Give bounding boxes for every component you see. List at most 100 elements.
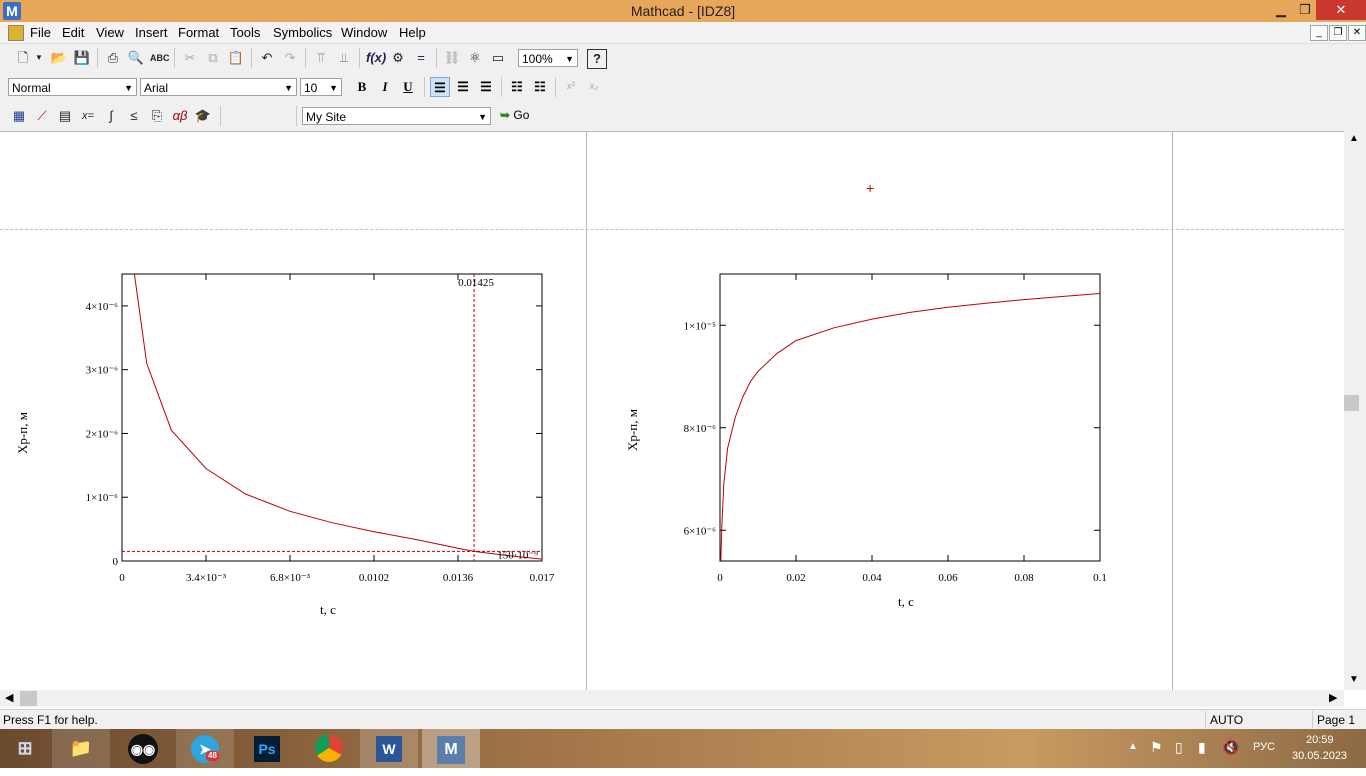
chrome-icon[interactable] bbox=[300, 729, 358, 768]
x-tick-label: 3.4×10⁻³ bbox=[186, 572, 227, 584]
x-tick-label: 0.0102 bbox=[359, 572, 389, 584]
scroll-down-icon[interactable]: ▼ bbox=[1349, 674, 1359, 685]
scroll-up-icon[interactable]: ▲ bbox=[1349, 133, 1359, 144]
menu-view[interactable]: View bbox=[96, 25, 124, 40]
menu-edit[interactable]: Edit bbox=[62, 25, 84, 40]
scroll-right-icon[interactable]: ▶ bbox=[1329, 691, 1337, 704]
document-icon[interactable] bbox=[8, 25, 24, 41]
calculator-toolbar-icon[interactable]: ▦ bbox=[10, 107, 28, 125]
hscroll-thumb[interactable] bbox=[20, 691, 37, 706]
align-down-icon[interactable]: ⫫ bbox=[335, 49, 353, 67]
calculate-icon[interactable]: = bbox=[412, 49, 430, 67]
copy-icon[interactable]: ⧉ bbox=[204, 49, 222, 67]
run-script-icon[interactable]: ▭ bbox=[489, 49, 507, 67]
superscript-button[interactable]: x² bbox=[561, 77, 581, 97]
menu-insert[interactable]: Insert bbox=[135, 25, 168, 40]
plot-2-xlabel: t, c bbox=[898, 594, 914, 610]
x-tick-label: 0.02 bbox=[786, 572, 805, 584]
insert-unit-icon[interactable]: ⚙ bbox=[389, 49, 407, 67]
menu-format[interactable]: Format bbox=[178, 25, 219, 40]
x-tick-label: 0.1 bbox=[1093, 572, 1107, 584]
bullet-list-icon[interactable]: ☷ bbox=[507, 77, 527, 97]
close-button[interactable]: ✕ bbox=[1316, 0, 1366, 20]
component-wizard-icon[interactable]: ⚛ bbox=[466, 49, 484, 67]
volume-muted-icon[interactable]: 🔇 bbox=[1222, 739, 1239, 756]
doc-close-button[interactable]: ✕ bbox=[1348, 25, 1366, 41]
menu-file[interactable]: File bbox=[30, 25, 51, 40]
undo-icon[interactable]: ↶ bbox=[258, 49, 276, 67]
mathcad-taskbar-icon[interactable]: M bbox=[422, 729, 480, 768]
photoshop-icon[interactable]: Ps bbox=[238, 729, 296, 768]
menu-symbolics[interactable]: Symbolics bbox=[273, 25, 332, 40]
file-explorer-icon[interactable]: 📁 bbox=[52, 729, 110, 768]
insert-hyperlink-icon[interactable]: ⛓ bbox=[443, 49, 461, 67]
print-preview-icon[interactable]: 🔍 bbox=[127, 49, 145, 67]
telegram-icon[interactable]: ➤ 48 bbox=[176, 729, 234, 768]
status-page-cell: Page 1 bbox=[1312, 711, 1366, 728]
marker-y-label: 150·10⁻⁹ bbox=[497, 549, 538, 561]
battery-icon[interactable]: ▯ bbox=[1175, 739, 1183, 756]
italic-button[interactable]: I bbox=[375, 77, 395, 97]
spell-check-icon[interactable]: ABC bbox=[150, 49, 168, 67]
help-icon[interactable]: ? bbox=[587, 49, 607, 69]
boolean-toolbar-icon[interactable]: ≤ bbox=[125, 107, 143, 125]
zoom-select[interactable]: 100%▼ bbox=[518, 49, 578, 67]
align-across-icon[interactable]: ⫪ bbox=[312, 49, 330, 67]
site-select[interactable]: My Site▼ bbox=[302, 107, 491, 125]
align-center-icon[interactable]: ☰ bbox=[453, 77, 473, 97]
plot-1[interactable]: 03.4×10⁻³6.8×10⁻³0.01020.01360.01701×10⁻… bbox=[8, 260, 578, 630]
menu-tools[interactable]: Tools bbox=[230, 25, 260, 40]
owl-app-icon[interactable]: ◉◉ bbox=[114, 729, 172, 768]
redo-icon[interactable]: ↷ bbox=[281, 49, 299, 67]
symbolic-toolbar-icon[interactable]: 🎓 bbox=[194, 107, 212, 125]
cut-icon[interactable]: ✂ bbox=[181, 49, 199, 67]
x-tick-label: 0.0136 bbox=[443, 572, 474, 584]
paste-icon[interactable]: 📋 bbox=[227, 49, 245, 67]
go-button[interactable]: ➥ Go bbox=[500, 108, 529, 122]
underline-button[interactable]: U bbox=[398, 77, 418, 97]
align-left-icon[interactable]: ☰ bbox=[430, 77, 450, 97]
network-error-icon[interactable]: ⚑ bbox=[1150, 739, 1163, 756]
menu-help[interactable]: Help bbox=[399, 25, 426, 40]
menu-window[interactable]: Window bbox=[341, 25, 387, 40]
font-size-select[interactable]: 10▼ bbox=[300, 78, 342, 96]
greek-toolbar-icon[interactable]: αβ bbox=[171, 107, 189, 125]
title-bar: M Mathcad - [IDZ8] ▁ ❐ ✕ bbox=[0, 0, 1366, 22]
plot-2[interactable]: 00.020.040.060.080.16×10⁻⁶8×10⁻⁶1×10⁻⁵ X… bbox=[620, 260, 1160, 630]
scroll-thumb[interactable] bbox=[1344, 395, 1359, 411]
save-icon[interactable]: 💾 bbox=[73, 49, 91, 67]
numbered-list-icon[interactable]: ☷ bbox=[530, 77, 550, 97]
worksheet[interactable]: + 03.4×10⁻³6.8×10⁻³0.01020.01360.01701×1… bbox=[0, 131, 1344, 691]
programming-toolbar-icon[interactable]: ⎘ bbox=[148, 107, 166, 125]
insert-function-icon[interactable]: f(x) bbox=[366, 49, 384, 67]
calculus-toolbar-icon[interactable]: ∫ bbox=[102, 107, 120, 125]
separator bbox=[220, 106, 221, 126]
signal-icon[interactable]: ▮ bbox=[1198, 739, 1206, 756]
language-indicator[interactable]: РУС bbox=[1253, 741, 1275, 753]
matrix-toolbar-icon[interactable]: ▤ bbox=[56, 107, 74, 125]
plot-2-canvas[interactable]: 00.020.040.060.080.16×10⁻⁶8×10⁻⁶1×10⁻⁵ bbox=[620, 260, 1160, 630]
separator bbox=[97, 48, 98, 68]
separator bbox=[305, 48, 306, 68]
doc-minimize-button[interactable]: _ bbox=[1310, 25, 1328, 41]
open-folder-icon[interactable]: 📂 bbox=[50, 49, 68, 67]
clock-time[interactable]: 20:59 bbox=[1306, 734, 1334, 746]
vertical-scrollbar[interactable]: ▲ ▼ bbox=[1344, 131, 1366, 690]
graph-toolbar-icon[interactable]: ⟋ bbox=[33, 107, 51, 125]
new-dropdown-icon[interactable]: ▼ bbox=[30, 49, 48, 67]
word-icon[interactable]: W bbox=[360, 729, 418, 768]
tray-expand-icon[interactable]: ▲ bbox=[1128, 741, 1138, 752]
plot-1-canvas[interactable]: 03.4×10⁻³6.8×10⁻³0.01020.01360.01701×10⁻… bbox=[8, 260, 578, 630]
subscript-button[interactable]: x₂ bbox=[584, 77, 604, 97]
scroll-left-icon[interactable]: ◀ bbox=[5, 691, 13, 704]
print-icon[interactable]: ⎙ bbox=[104, 49, 122, 67]
doc-restore-button[interactable]: ❐ bbox=[1329, 25, 1347, 41]
align-right-icon[interactable]: ☰ bbox=[476, 77, 496, 97]
windows-start-icon[interactable]: ⊞ bbox=[0, 729, 50, 768]
style-select[interactable]: Normal▼ bbox=[8, 78, 137, 96]
horizontal-scrollbar[interactable]: ◀ ▶ bbox=[0, 690, 1344, 707]
evaluation-toolbar-icon[interactable]: x= bbox=[79, 107, 97, 125]
clock-date[interactable]: 30.05.2023 bbox=[1292, 750, 1347, 762]
font-select[interactable]: Arial▼ bbox=[140, 78, 297, 96]
bold-button[interactable]: B bbox=[352, 77, 372, 97]
